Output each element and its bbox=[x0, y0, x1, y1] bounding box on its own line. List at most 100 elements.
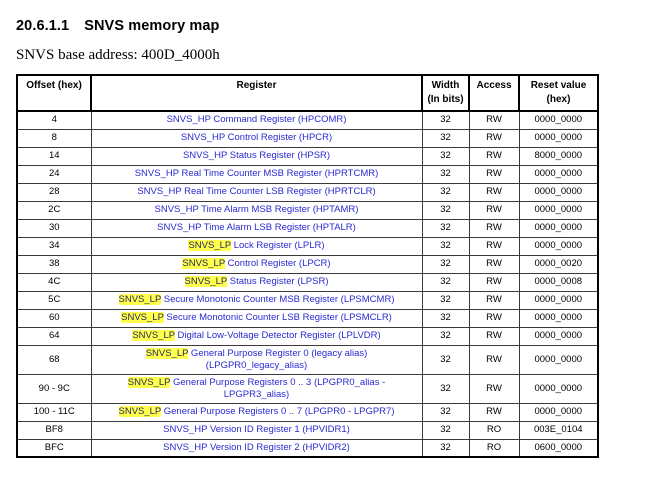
reset-cell: 0000_0000 bbox=[518, 308, 599, 328]
search-highlight: SNVS_LP bbox=[118, 294, 162, 305]
register-cell: SNVS_HP Version ID Register 1 (HPVIDR1) bbox=[90, 420, 423, 440]
offset-cell: 2C bbox=[16, 200, 92, 220]
access-cell: RW bbox=[468, 164, 520, 184]
document-page: 20.6.1.1 SNVS memory map SNVS base addres… bbox=[0, 0, 648, 458]
width-cell: 32 bbox=[421, 218, 470, 238]
width-cell: 32 bbox=[421, 128, 470, 148]
width-cell: 32 bbox=[421, 420, 470, 440]
register-link[interactable]: SNVS_LP General Purpose Registers 0 .. 7… bbox=[118, 406, 395, 417]
reset-cell: 0000_0000 bbox=[518, 128, 599, 148]
reset-cell: 0000_0020 bbox=[518, 254, 599, 274]
offset-cell: 38 bbox=[16, 254, 92, 274]
access-cell: RW bbox=[468, 128, 520, 148]
offset-cell: 8 bbox=[16, 128, 92, 148]
width-cell: 32 bbox=[421, 326, 470, 346]
reset-cell: 0000_0000 bbox=[518, 200, 599, 220]
width-cell: 32 bbox=[421, 344, 470, 375]
reset-cell: 0000_0000 bbox=[518, 402, 599, 422]
register-link[interactable]: SNVS_LP Control Register (LPCR) bbox=[182, 258, 331, 269]
access-cell: RW bbox=[468, 200, 520, 220]
register-cell: SNVS_LP Status Register (LPSR) bbox=[90, 272, 423, 292]
register-link[interactable]: SNVS_HP Real Time Counter LSB Register (… bbox=[137, 186, 375, 197]
access-cell: RO bbox=[468, 438, 520, 458]
reset-cell: 0000_0000 bbox=[518, 290, 599, 310]
offset-cell: 14 bbox=[16, 146, 92, 166]
width-cell: 32 bbox=[421, 402, 470, 422]
section-title: SNVS memory map bbox=[84, 18, 220, 34]
register-cell: SNVS_HP Command Register (HPCOMR) bbox=[90, 110, 423, 130]
width-cell: 32 bbox=[421, 438, 470, 458]
offset-cell: 4 bbox=[16, 110, 92, 130]
table-row: 14 SNVS_HP Status Register (HPSR) 32 RW … bbox=[16, 146, 599, 166]
header-access: Access bbox=[468, 74, 520, 112]
register-link[interactable]: SNVS_HP Time Alarm MSB Register (HPTAMR) bbox=[155, 204, 359, 215]
register-link[interactable]: SNVS_HP Command Register (HPCOMR) bbox=[167, 114, 347, 125]
reset-cell: 8000_0000 bbox=[518, 146, 599, 166]
register-cell: SNVS_LP Secure Monotonic Counter LSB Reg… bbox=[90, 308, 423, 328]
register-cell: SNVS_LP Control Register (LPCR) bbox=[90, 254, 423, 274]
width-cell: 32 bbox=[421, 182, 470, 202]
access-cell: RO bbox=[468, 420, 520, 440]
header-reset: Reset value (hex) bbox=[518, 74, 599, 112]
reset-cell: 0000_0008 bbox=[518, 272, 599, 292]
offset-cell: 30 bbox=[16, 218, 92, 238]
header-offset: Offset (hex) bbox=[16, 74, 92, 112]
table-header: Offset (hex) Register Width (In bits) Ac… bbox=[16, 74, 599, 112]
width-cell: 32 bbox=[421, 200, 470, 220]
register-link[interactable]: SNVS_LP General Purpose Registers 0 .. 3… bbox=[127, 376, 385, 400]
table-row: 2C SNVS_HP Time Alarm MSB Register (HPTA… bbox=[16, 200, 599, 220]
register-link[interactable]: SNVS_HP Real Time Counter MSB Register (… bbox=[135, 168, 379, 179]
offset-cell: 60 bbox=[16, 308, 92, 328]
register-cell: SNVS_HP Status Register (HPSR) bbox=[90, 146, 423, 166]
search-highlight: SNVS_LP bbox=[188, 240, 232, 251]
table-row: 34 SNVS_LP Lock Register (LPLR) 32 RW 00… bbox=[16, 236, 599, 256]
offset-cell: 5C bbox=[16, 290, 92, 310]
access-cell: RW bbox=[468, 326, 520, 346]
search-highlight: SNVS_LP bbox=[182, 258, 225, 269]
reset-cell: 0000_0000 bbox=[518, 236, 599, 256]
access-cell: RW bbox=[468, 272, 520, 292]
access-cell: RW bbox=[468, 308, 520, 328]
header-width: Width (In bits) bbox=[421, 74, 470, 112]
access-cell: RW bbox=[468, 402, 520, 422]
table-row: 8 SNVS_HP Control Register (HPCR) 32 RW … bbox=[16, 128, 599, 148]
register-cell: SNVS_LP Secure Monotonic Counter MSB Reg… bbox=[90, 290, 423, 310]
register-link[interactable]: SNVS_HP Time Alarm LSB Register (HPTALR) bbox=[157, 222, 356, 233]
search-highlight: SNVS_LP bbox=[127, 376, 171, 388]
register-link[interactable]: SNVS_LP Secure Monotonic Counter LSB Reg… bbox=[121, 312, 392, 323]
register-cell: SNVS_HP Real Time Counter MSB Register (… bbox=[90, 164, 423, 184]
offset-cell: BF8 bbox=[16, 420, 92, 440]
access-cell: RW bbox=[468, 182, 520, 202]
register-link[interactable]: SNVS_LP Lock Register (LPLR) bbox=[188, 240, 325, 251]
search-highlight: SNVS_LP bbox=[145, 347, 189, 359]
offset-cell: 34 bbox=[16, 236, 92, 256]
base-address-text: SNVS base address: 400D_4000h bbox=[16, 47, 220, 63]
register-link[interactable]: SNVS_HP Version ID Register 2 (HPVIDR2) bbox=[163, 442, 350, 453]
table-row: 5C SNVS_LP Secure Monotonic Counter MSB … bbox=[16, 290, 599, 310]
register-cell: SNVS_LP Lock Register (LPLR) bbox=[90, 236, 423, 256]
register-cell: SNVS_HP Time Alarm MSB Register (HPTAMR) bbox=[90, 200, 423, 220]
register-cell: SNVS_LP General Purpose Registers 0 .. 3… bbox=[90, 373, 423, 404]
register-link[interactable]: SNVS_LP Secure Monotonic Counter MSB Reg… bbox=[118, 294, 394, 305]
search-highlight: SNVS_LP bbox=[121, 312, 164, 323]
register-link[interactable]: SNVS_HP Control Register (HPCR) bbox=[181, 132, 332, 143]
register-link[interactable]: SNVS_HP Status Register (HPSR) bbox=[183, 150, 330, 161]
register-link[interactable]: SNVS_HP Version ID Register 1 (HPVIDR1) bbox=[163, 424, 350, 435]
register-cell: SNVS_HP Control Register (HPCR) bbox=[90, 128, 423, 148]
memory-map-table: Offset (hex) Register Width (In bits) Ac… bbox=[16, 74, 599, 458]
width-cell: 32 bbox=[421, 373, 470, 404]
offset-cell: 90 - 9C bbox=[16, 373, 92, 404]
header-register: Register bbox=[90, 74, 423, 112]
offset-cell: 28 bbox=[16, 182, 92, 202]
register-link[interactable]: SNVS_LP Status Register (LPSR) bbox=[184, 276, 328, 287]
section-number: 20.6.1.1 bbox=[16, 18, 70, 34]
table-row: 68 SNVS_LP General Purpose Register 0 (l… bbox=[16, 344, 599, 375]
register-cell: SNVS_LP General Purpose Registers 0 .. 7… bbox=[90, 402, 423, 422]
register-link[interactable]: SNVS_LP General Purpose Register 0 (lega… bbox=[145, 347, 367, 371]
offset-cell: 4C bbox=[16, 272, 92, 292]
table-row: 28 SNVS_HP Real Time Counter LSB Registe… bbox=[16, 182, 599, 202]
register-cell: SNVS_LP Digital Low-Voltage Detector Reg… bbox=[90, 326, 423, 346]
width-cell: 32 bbox=[421, 110, 470, 130]
register-link[interactable]: SNVS_LP Digital Low-Voltage Detector Reg… bbox=[132, 330, 381, 341]
table-row: 24 SNVS_HP Real Time Counter MSB Registe… bbox=[16, 164, 599, 184]
